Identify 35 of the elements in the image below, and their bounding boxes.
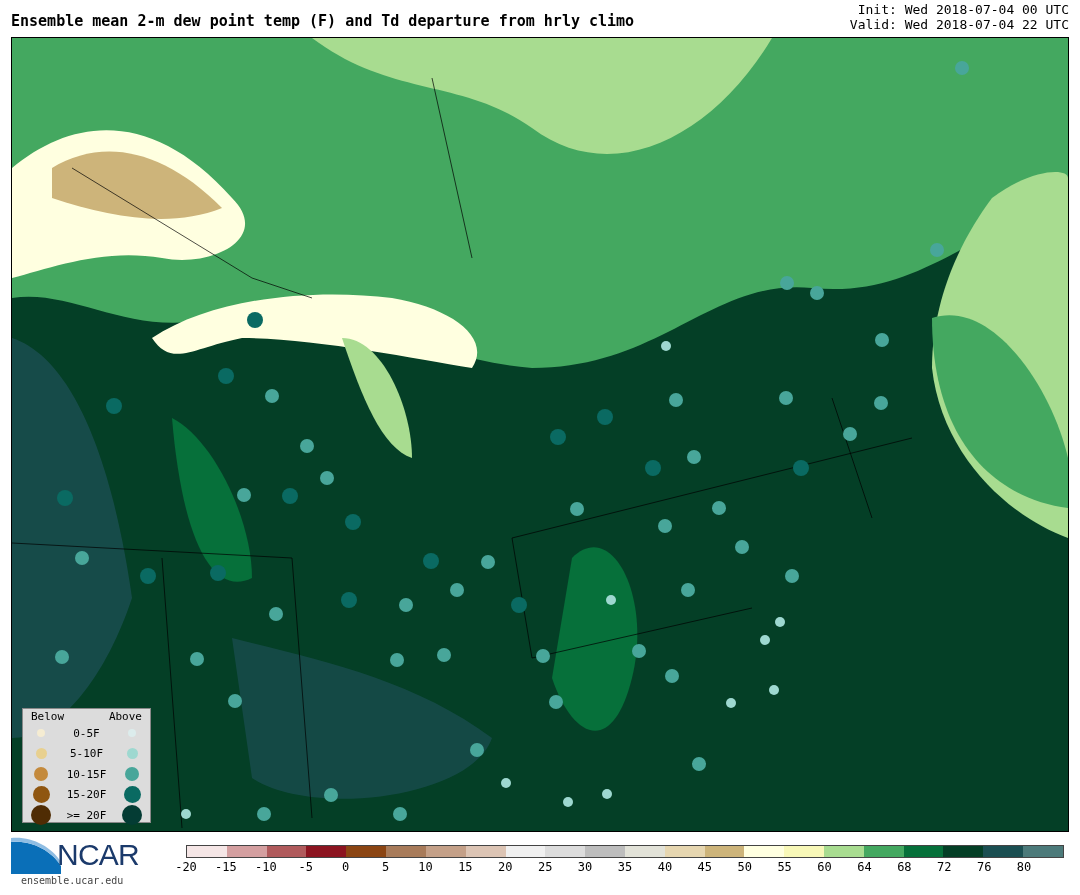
tick-label: -10 xyxy=(254,859,277,876)
chart-title: Ensemble mean 2-m dew point temp (F) and Td departure from hrly climo xyxy=(11,10,635,32)
tick-label: 30 xyxy=(577,859,593,876)
tick-label: -15 xyxy=(215,859,237,876)
legend-label: 5-10F xyxy=(68,747,105,761)
legend-label: 10-15F xyxy=(65,767,108,781)
tick-label: 25 xyxy=(537,859,553,876)
legend-label: >= 20F xyxy=(65,808,108,822)
legend-label: 0-5F xyxy=(72,726,101,740)
init-time: Init: Wed 2018-07-04 00 UTC xyxy=(857,2,1069,17)
tick-label: 0 xyxy=(342,859,350,876)
valid-time: Valid: Wed 2018-07-04 22 UTC xyxy=(849,17,1069,32)
tick-label: 35 xyxy=(617,859,633,876)
tick-label: 64 xyxy=(857,859,872,876)
tick-label: -5 xyxy=(298,859,313,876)
tick-label: 76 xyxy=(976,859,992,876)
logo-text: NCAR xyxy=(57,840,139,870)
tick-label: 10 xyxy=(418,859,433,876)
legend-label: 15-20F xyxy=(65,788,108,802)
tick-label: 72 xyxy=(937,859,952,876)
tick-label: -20 xyxy=(175,859,197,876)
legend-heading: Above xyxy=(108,710,142,723)
tick-label: 45 xyxy=(697,859,713,876)
legend-heading: Below xyxy=(31,710,65,723)
tick-label: 5 xyxy=(381,859,390,876)
tick-label: 55 xyxy=(777,859,792,876)
tick-label: 68 xyxy=(897,859,912,876)
tick-label: 40 xyxy=(657,859,673,876)
tick-label: 50 xyxy=(737,859,752,876)
tick-label: 20 xyxy=(498,859,513,876)
logo-url: ensemble.ucar.edu xyxy=(20,875,125,886)
tick-label: 80 xyxy=(1016,859,1032,876)
tick-label: 15 xyxy=(458,859,473,876)
swoosh-icon xyxy=(11,836,61,874)
tick-label: 60 xyxy=(817,859,832,876)
